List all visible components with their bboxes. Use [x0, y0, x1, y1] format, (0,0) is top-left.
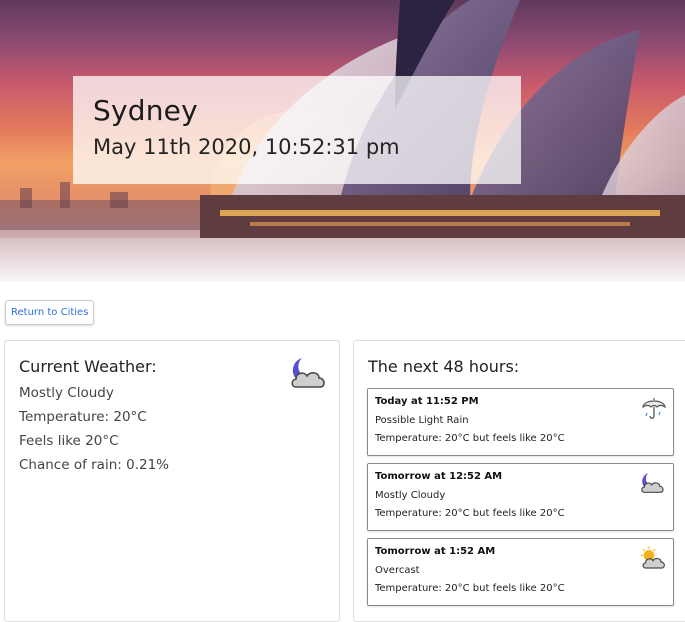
- forecast-temperature: Temperature: 20°C but feels like 20°C: [375, 583, 565, 594]
- forecast-heading: The next 48 hours:: [368, 357, 520, 376]
- current-rain-chance: Chance of rain: 0.21%: [19, 457, 169, 473]
- forecast-panel: The next 48 hours: Today at 11:52 PM Pos…: [353, 340, 685, 622]
- forecast-time: Tomorrow at 1:52 AM: [375, 546, 496, 557]
- forecast-summary: Possible Light Rain: [375, 415, 469, 426]
- current-summary: Mostly Cloudy: [19, 385, 114, 401]
- forecast-card: Today at 11:52 PM Possible Light Rain Te…: [367, 388, 674, 456]
- partly-cloudy-night-icon: [639, 470, 667, 500]
- date-time: May 11th 2020, 10:52:31 pm: [93, 135, 400, 159]
- partly-cloudy-day-icon: [639, 545, 667, 575]
- umbrella-icon: [641, 395, 667, 425]
- return-to-cities-button[interactable]: Return to Cities: [5, 300, 95, 325]
- forecast-card: Tomorrow at 12:52 AM Mostly Cloudy Tempe…: [367, 463, 674, 531]
- current-weather-heading: Current Weather:: [19, 357, 157, 376]
- current-weather-panel: Current Weather: Mostly Cloudy Temperatu…: [4, 340, 340, 622]
- forecast-card: Tomorrow at 1:52 AM Overcast Temperature…: [367, 538, 674, 606]
- forecast-temperature: Temperature: 20°C but feels like 20°C: [375, 508, 565, 519]
- current-temperature: Temperature: 20°C: [19, 409, 147, 425]
- forecast-time: Today at 11:52 PM: [375, 396, 479, 407]
- partly-cloudy-night-icon: [288, 355, 330, 395]
- hero-banner: Sydney May 11th 2020, 10:52:31 pm: [0, 0, 685, 282]
- title-card: Sydney May 11th 2020, 10:52:31 pm: [73, 76, 521, 184]
- forecast-summary: Mostly Cloudy: [375, 490, 446, 501]
- forecast-temperature: Temperature: 20°C but feels like 20°C: [375, 433, 565, 444]
- forecast-time: Tomorrow at 12:52 AM: [375, 471, 503, 482]
- current-feels-like: Feels like 20°C: [19, 433, 119, 449]
- city-name: Sydney: [93, 94, 198, 127]
- forecast-summary: Overcast: [375, 565, 420, 576]
